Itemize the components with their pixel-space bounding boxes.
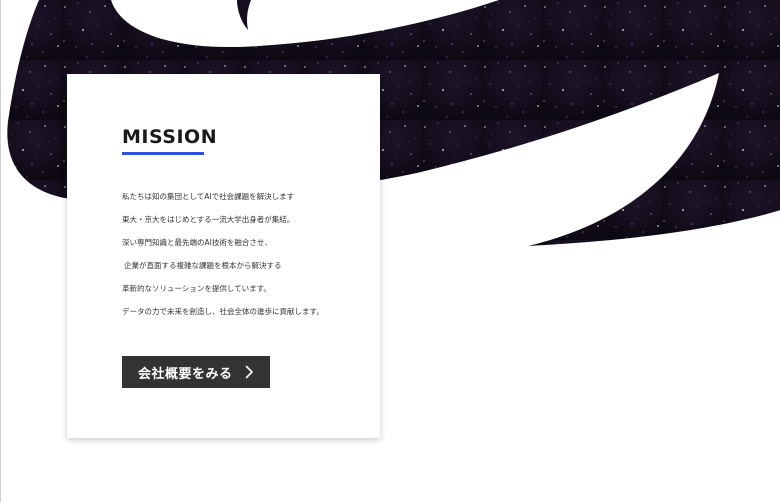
mission-card: MISSION 私たちは知の集団としてAIで社会課題を解決します 東大・京大をは… bbox=[67, 74, 380, 438]
heading-underline bbox=[122, 152, 204, 155]
mission-line: 私たちは知の集団としてAIで社会課題を解決します bbox=[122, 192, 295, 201]
mission-line: 深い専門知識と最先端のAI技術を融合させ、 bbox=[122, 238, 272, 247]
mission-line: 企業が直面する複雑な課題を根本から解決する bbox=[124, 261, 282, 270]
mission-line: 東大・京大をはじめとする一流大学出身者が集結。 bbox=[122, 215, 295, 224]
mission-heading: MISSION bbox=[122, 126, 218, 148]
mission-line: 革新的なソリューションを提供しています。 bbox=[122, 284, 271, 293]
page: MISSION 私たちは知の集団としてAIで社会課題を解決します 東大・京大をは… bbox=[0, 0, 780, 502]
company-overview-button-label: 会社概要をみる bbox=[138, 366, 233, 382]
mission-line: データの力で未来を創造し、社会全体の進歩に貢献します。 bbox=[122, 307, 324, 316]
chevron-right-icon bbox=[245, 365, 253, 379]
company-overview-button[interactable]: 会社概要をみる bbox=[122, 356, 270, 388]
mission-text: 私たちは知の集団としてAIで社会課題を解決します 東大・京大をはじめとする一流大… bbox=[122, 190, 362, 328]
